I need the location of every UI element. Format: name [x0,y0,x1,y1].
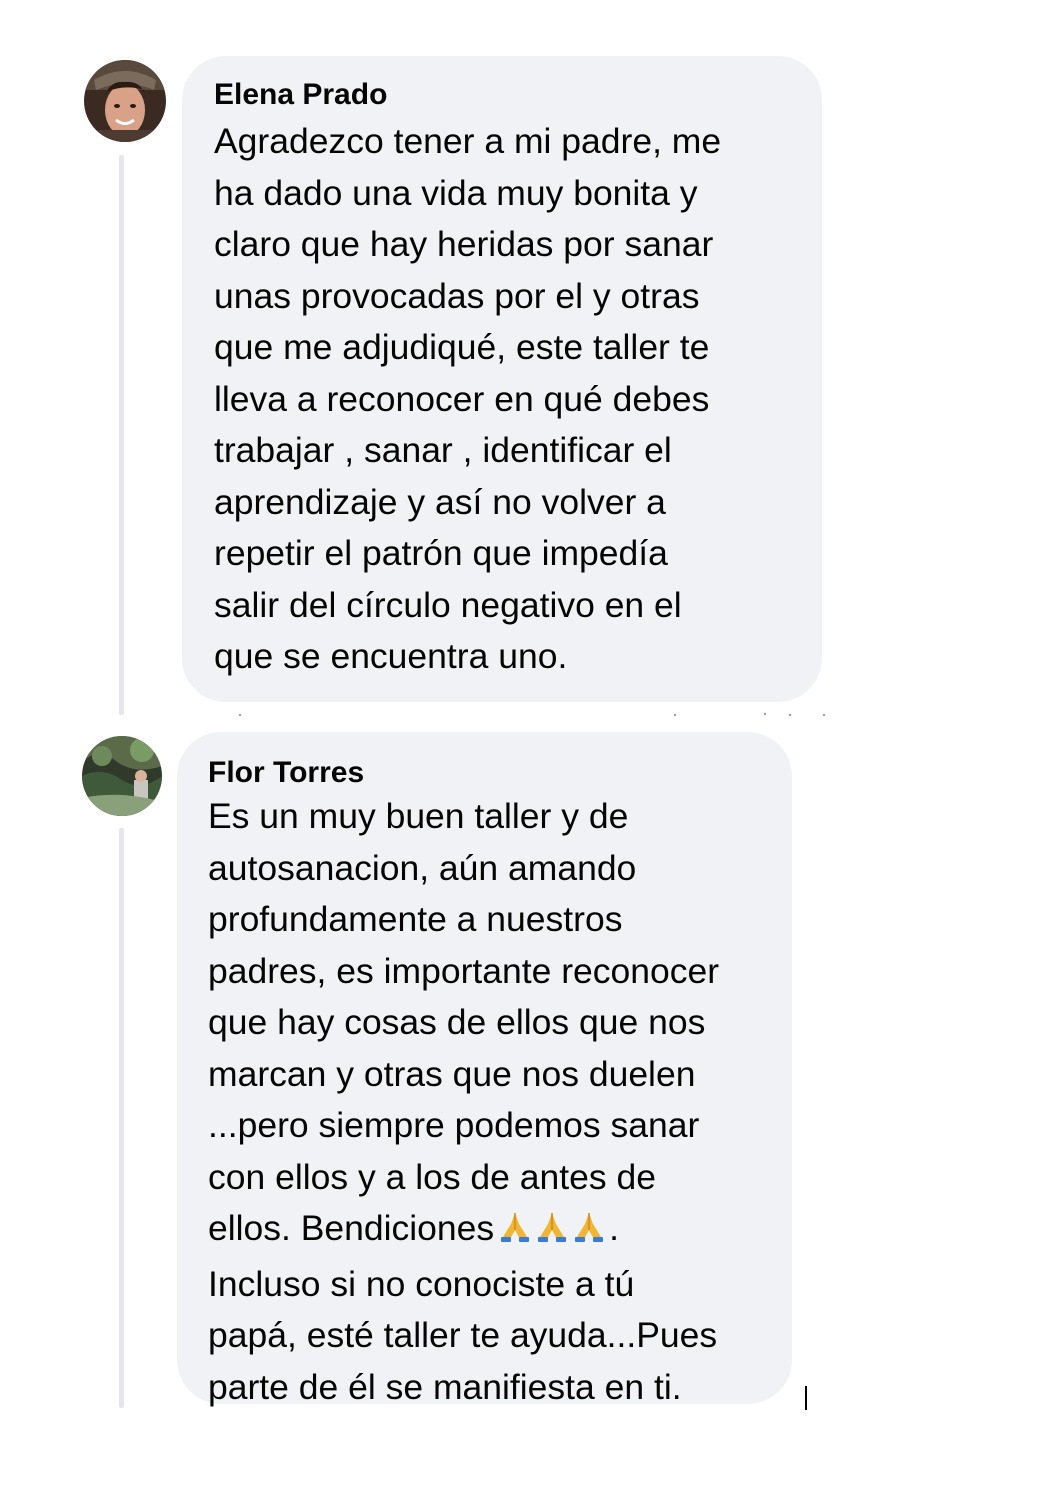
comment-text-part: . [609,1208,620,1248]
avatar[interactable] [84,60,166,142]
praying-hands-icon [498,1210,532,1244]
comment-author[interactable]: Flor Torres [208,756,768,790]
comment-bubble[interactable]: Elena Prado Agradezco tener a mi padre, … [182,56,822,702]
text-cursor [805,1386,807,1410]
comment-text-part: Es un muy buen taller y de autosanacion,… [208,796,720,1248]
comment-author[interactable]: Elena Prado [214,78,792,112]
avatar[interactable] [82,736,162,816]
praying-hands-icon [535,1210,569,1244]
thread-line [119,155,124,715]
divider-specks [238,712,826,717]
profile-photo-icon [82,736,162,816]
comment-text: Agradezco tener a mi padre, me ha dado u… [214,121,722,676]
profile-photo-icon [84,60,166,142]
comment-text-part: Incluso si no conociste a tú papá, esté … [208,1263,718,1407]
thread-line [119,828,124,1408]
comment-bubble[interactable]: Flor Torres Es un muy buen taller y de a… [177,732,792,1407]
emoji-group [498,1207,609,1259]
comment-text: Es un muy buen taller y de autosanacion,… [208,791,768,1413]
praying-hands-icon [572,1210,606,1244]
